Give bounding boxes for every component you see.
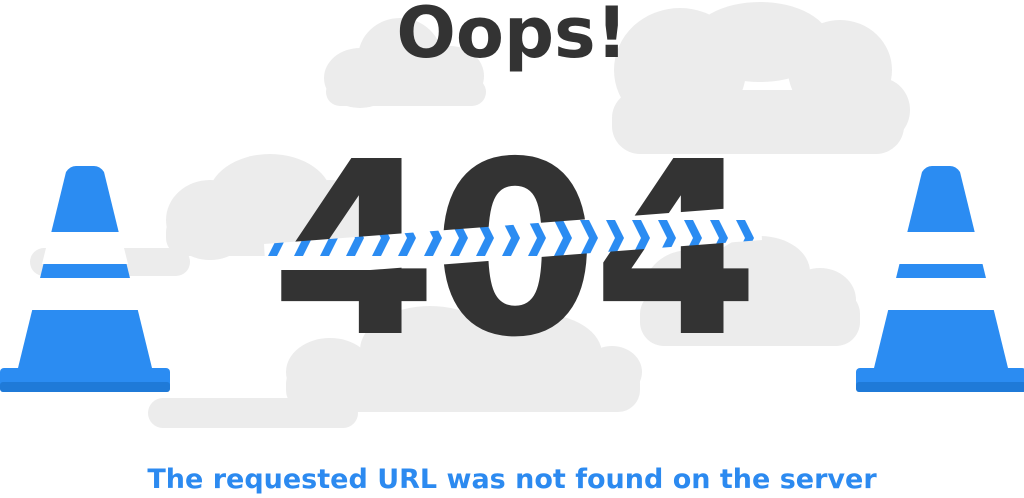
error-page: Oops! 404 The requested URL was not foun… — [0, 0, 1024, 498]
caution-tape-icon — [264, 206, 762, 270]
error-message: The requested URL was not found on the s… — [147, 464, 877, 495]
page-title: Oops! — [396, 0, 628, 74]
